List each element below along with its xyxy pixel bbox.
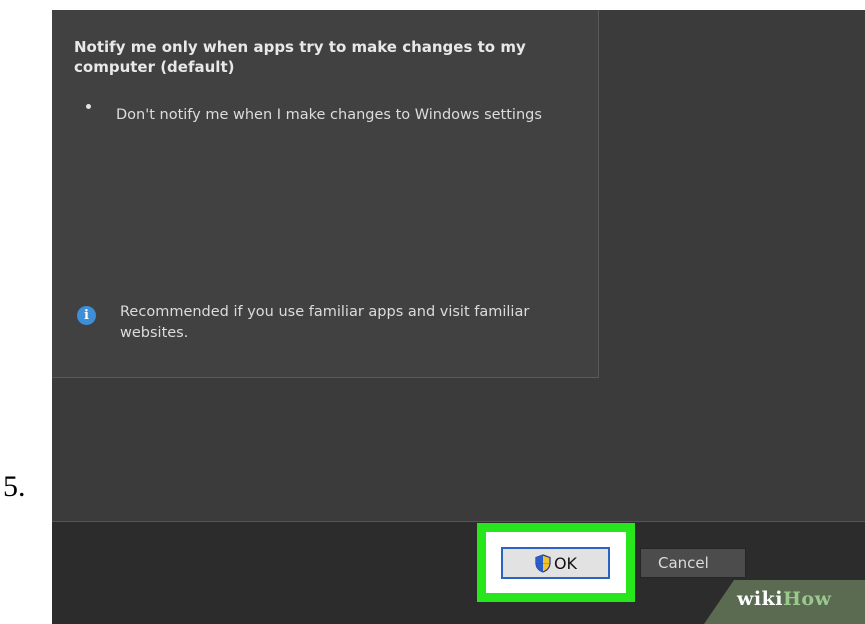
- uac-shield-icon: [535, 553, 551, 573]
- recommendation-text: Recommended if you use familiar apps and…: [120, 304, 530, 341]
- bullet-icon: [86, 104, 91, 109]
- wikihow-watermark: wikiHow: [737, 588, 831, 610]
- uac-description-panel: Notify me only when apps try to make cha…: [52, 10, 599, 378]
- cancel-button[interactable]: Cancel: [640, 548, 746, 578]
- ok-button[interactable]: OK: [501, 547, 610, 579]
- wikihow-how: How: [782, 588, 832, 610]
- wikihow-wiki: wiki: [737, 588, 783, 610]
- setting-bullet-text: Don't notify me when I make changes to W…: [116, 107, 542, 123]
- uac-settings-screenshot: Notify me only when apps try to make cha…: [52, 10, 865, 624]
- ok-button-label: OK: [553, 553, 578, 573]
- setting-heading: Notify me only when apps try to make cha…: [74, 38, 526, 76]
- step-number: 5.: [3, 470, 26, 503]
- info-icon: i: [77, 306, 96, 325]
